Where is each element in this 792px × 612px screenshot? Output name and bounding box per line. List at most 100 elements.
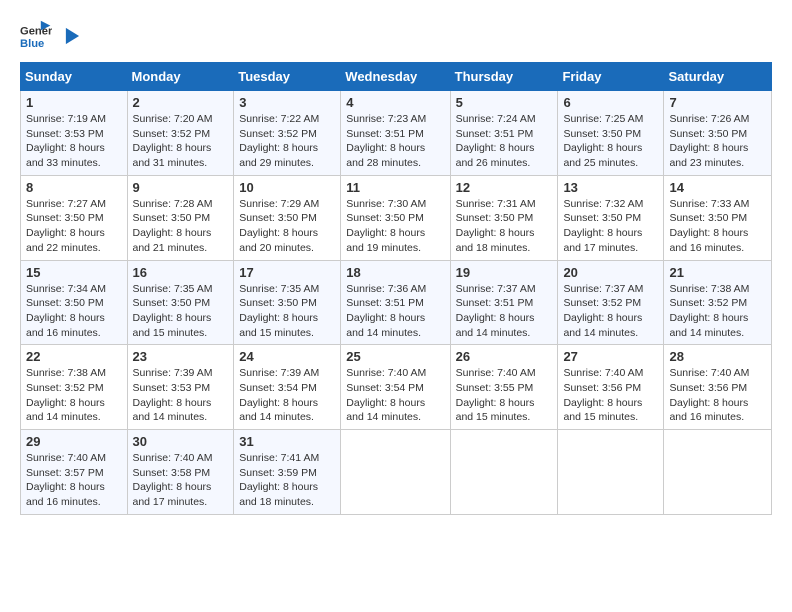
sunset-label: Sunset: — [669, 128, 708, 140]
calendar-cell: 23 Sunrise: 7:39 AM Sunset: 3:53 PM Dayl… — [127, 345, 234, 430]
sunset-label: Sunset: — [563, 297, 602, 309]
calendar-cell: 3 Sunrise: 7:22 AM Sunset: 3:52 PM Dayli… — [234, 91, 341, 176]
day-info: Sunrise: 7:19 AM Sunset: 3:53 PM Dayligh… — [26, 112, 122, 171]
header: General Blue — [20, 20, 772, 52]
sunset-value: 3:50 PM — [708, 128, 747, 140]
day-number: 2 — [133, 95, 229, 110]
header-cell-saturday: Saturday — [664, 63, 772, 91]
sunrise-value: 7:41 AM — [281, 452, 320, 464]
daylight-label: Daylight: 8 hours and 33 minutes. — [26, 142, 105, 169]
sunset-label: Sunset: — [669, 297, 708, 309]
day-info: Sunrise: 7:24 AM Sunset: 3:51 PM Dayligh… — [456, 112, 553, 171]
sunset-value: 3:50 PM — [385, 212, 424, 224]
day-number: 15 — [26, 265, 122, 280]
sunset-value: 3:56 PM — [708, 382, 747, 394]
sunrise-value: 7:37 AM — [497, 283, 536, 295]
day-number: 10 — [239, 180, 335, 195]
sunset-value: 3:52 PM — [708, 297, 747, 309]
sunset-label: Sunset: — [133, 128, 172, 140]
daylight-label: Daylight: 8 hours and 22 minutes. — [26, 227, 105, 254]
sunset-label: Sunset: — [669, 382, 708, 394]
sunrise-label: Sunrise: — [456, 198, 497, 210]
sunrise-label: Sunrise: — [669, 198, 710, 210]
day-info: Sunrise: 7:36 AM Sunset: 3:51 PM Dayligh… — [346, 282, 444, 341]
day-number: 30 — [133, 434, 229, 449]
calendar-cell — [341, 430, 450, 515]
day-number: 29 — [26, 434, 122, 449]
sunset-value: 3:52 PM — [278, 128, 317, 140]
sunset-label: Sunset: — [239, 467, 278, 479]
sunrise-value: 7:38 AM — [711, 283, 750, 295]
sunset-label: Sunset: — [239, 128, 278, 140]
daylight-label: Daylight: 8 hours and 15 minutes. — [563, 397, 642, 424]
sunrise-label: Sunrise: — [563, 198, 604, 210]
sunrise-value: 7:29 AM — [281, 198, 320, 210]
sunrise-value: 7:24 AM — [497, 113, 536, 125]
sunset-label: Sunset: — [239, 212, 278, 224]
sunset-label: Sunset: — [26, 297, 65, 309]
day-number: 22 — [26, 349, 122, 364]
calendar-cell: 25 Sunrise: 7:40 AM Sunset: 3:54 PM Dayl… — [341, 345, 450, 430]
sunset-value: 3:50 PM — [708, 212, 747, 224]
calendar-cell: 16 Sunrise: 7:35 AM Sunset: 3:50 PM Dayl… — [127, 260, 234, 345]
day-info: Sunrise: 7:34 AM Sunset: 3:50 PM Dayligh… — [26, 282, 122, 341]
sunrise-label: Sunrise: — [346, 113, 387, 125]
sunrise-value: 7:23 AM — [388, 113, 427, 125]
calendar-cell: 17 Sunrise: 7:35 AM Sunset: 3:50 PM Dayl… — [234, 260, 341, 345]
day-info: Sunrise: 7:27 AM Sunset: 3:50 PM Dayligh… — [26, 197, 122, 256]
daylight-label: Daylight: 8 hours and 23 minutes. — [669, 142, 748, 169]
day-number: 5 — [456, 95, 553, 110]
sunset-label: Sunset: — [456, 382, 495, 394]
calendar-cell: 8 Sunrise: 7:27 AM Sunset: 3:50 PM Dayli… — [21, 175, 128, 260]
sunrise-label: Sunrise: — [239, 367, 280, 379]
sunset-label: Sunset: — [563, 128, 602, 140]
sunset-label: Sunset: — [669, 212, 708, 224]
day-info: Sunrise: 7:40 AM Sunset: 3:57 PM Dayligh… — [26, 451, 122, 510]
day-number: 18 — [346, 265, 444, 280]
day-number: 25 — [346, 349, 444, 364]
day-info: Sunrise: 7:39 AM Sunset: 3:54 PM Dayligh… — [239, 366, 335, 425]
day-info: Sunrise: 7:31 AM Sunset: 3:50 PM Dayligh… — [456, 197, 553, 256]
sunrise-label: Sunrise: — [456, 113, 497, 125]
daylight-label: Daylight: 8 hours and 14 minutes. — [456, 312, 535, 339]
day-number: 7 — [669, 95, 766, 110]
sunrise-label: Sunrise: — [133, 198, 174, 210]
day-info: Sunrise: 7:40 AM Sunset: 3:54 PM Dayligh… — [346, 366, 444, 425]
sunset-value: 3:58 PM — [171, 467, 210, 479]
day-info: Sunrise: 7:37 AM Sunset: 3:52 PM Dayligh… — [563, 282, 658, 341]
sunrise-value: 7:39 AM — [281, 367, 320, 379]
daylight-label: Daylight: 8 hours and 19 minutes. — [346, 227, 425, 254]
sunrise-value: 7:31 AM — [497, 198, 536, 210]
sunset-value: 3:56 PM — [602, 382, 641, 394]
calendar-cell: 14 Sunrise: 7:33 AM Sunset: 3:50 PM Dayl… — [664, 175, 772, 260]
calendar-cell: 31 Sunrise: 7:41 AM Sunset: 3:59 PM Dayl… — [234, 430, 341, 515]
sunrise-label: Sunrise: — [346, 283, 387, 295]
daylight-label: Daylight: 8 hours and 17 minutes. — [563, 227, 642, 254]
sunrise-label: Sunrise: — [456, 283, 497, 295]
sunrise-value: 7:40 AM — [497, 367, 536, 379]
sunset-value: 3:53 PM — [65, 128, 104, 140]
sunset-label: Sunset: — [26, 467, 65, 479]
sunset-label: Sunset: — [456, 212, 495, 224]
sunrise-label: Sunrise: — [26, 198, 67, 210]
sunset-value: 3:50 PM — [65, 297, 104, 309]
sunrise-label: Sunrise: — [26, 283, 67, 295]
sunset-value: 3:50 PM — [602, 212, 641, 224]
sunrise-value: 7:40 AM — [174, 452, 213, 464]
sunrise-value: 7:28 AM — [174, 198, 213, 210]
sunrise-value: 7:40 AM — [605, 367, 644, 379]
sunset-label: Sunset: — [133, 212, 172, 224]
sunrise-label: Sunrise: — [239, 283, 280, 295]
sunset-value: 3:52 PM — [65, 382, 104, 394]
sunrise-label: Sunrise: — [26, 367, 67, 379]
sunset-value: 3:50 PM — [278, 297, 317, 309]
day-info: Sunrise: 7:35 AM Sunset: 3:50 PM Dayligh… — [133, 282, 229, 341]
sunrise-value: 7:27 AM — [67, 198, 106, 210]
calendar-cell: 24 Sunrise: 7:39 AM Sunset: 3:54 PM Dayl… — [234, 345, 341, 430]
calendar-cell: 22 Sunrise: 7:38 AM Sunset: 3:52 PM Dayl… — [21, 345, 128, 430]
sunset-value: 3:54 PM — [385, 382, 424, 394]
sunset-label: Sunset: — [239, 297, 278, 309]
calendar-cell: 26 Sunrise: 7:40 AM Sunset: 3:55 PM Dayl… — [450, 345, 558, 430]
calendar-cell — [450, 430, 558, 515]
daylight-label: Daylight: 8 hours and 31 minutes. — [133, 142, 212, 169]
